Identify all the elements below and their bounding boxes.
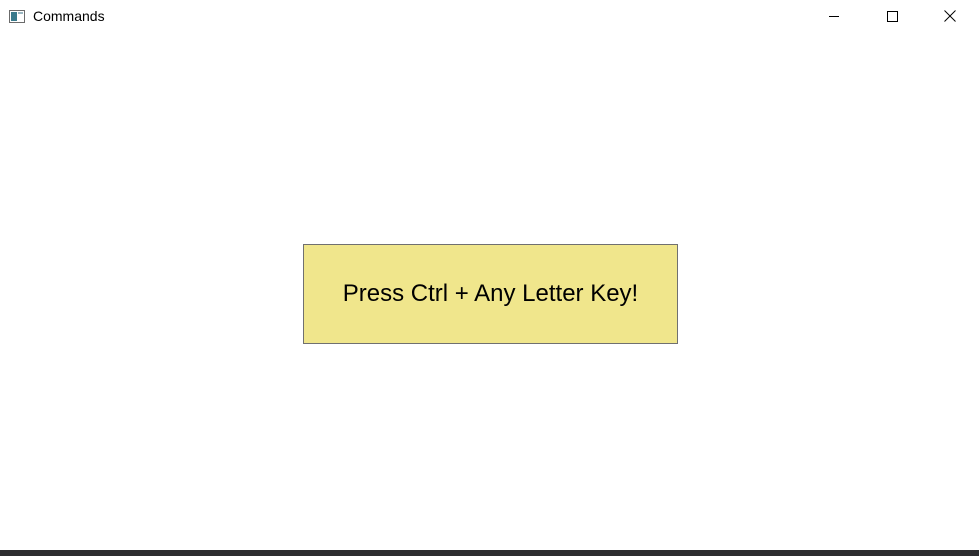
maximize-icon xyxy=(886,10,898,22)
taskbar-edge xyxy=(0,550,979,556)
window-content: Press Ctrl + Any Letter Key! xyxy=(0,32,979,550)
title-bar[interactable]: Commands xyxy=(0,0,979,32)
app-window: Commands Press Ctrl + Any Letter Key! xyxy=(0,0,979,556)
window-app-icon xyxy=(9,10,25,23)
maximize-button[interactable] xyxy=(863,0,921,32)
press-ctrl-button[interactable]: Press Ctrl + Any Letter Key! xyxy=(303,244,678,344)
close-button[interactable] xyxy=(921,0,979,32)
minimize-button[interactable] xyxy=(805,0,863,32)
minimize-icon xyxy=(829,11,839,21)
press-ctrl-button-label: Press Ctrl + Any Letter Key! xyxy=(342,280,639,307)
close-icon xyxy=(944,10,956,22)
window-title: Commands xyxy=(33,8,105,24)
